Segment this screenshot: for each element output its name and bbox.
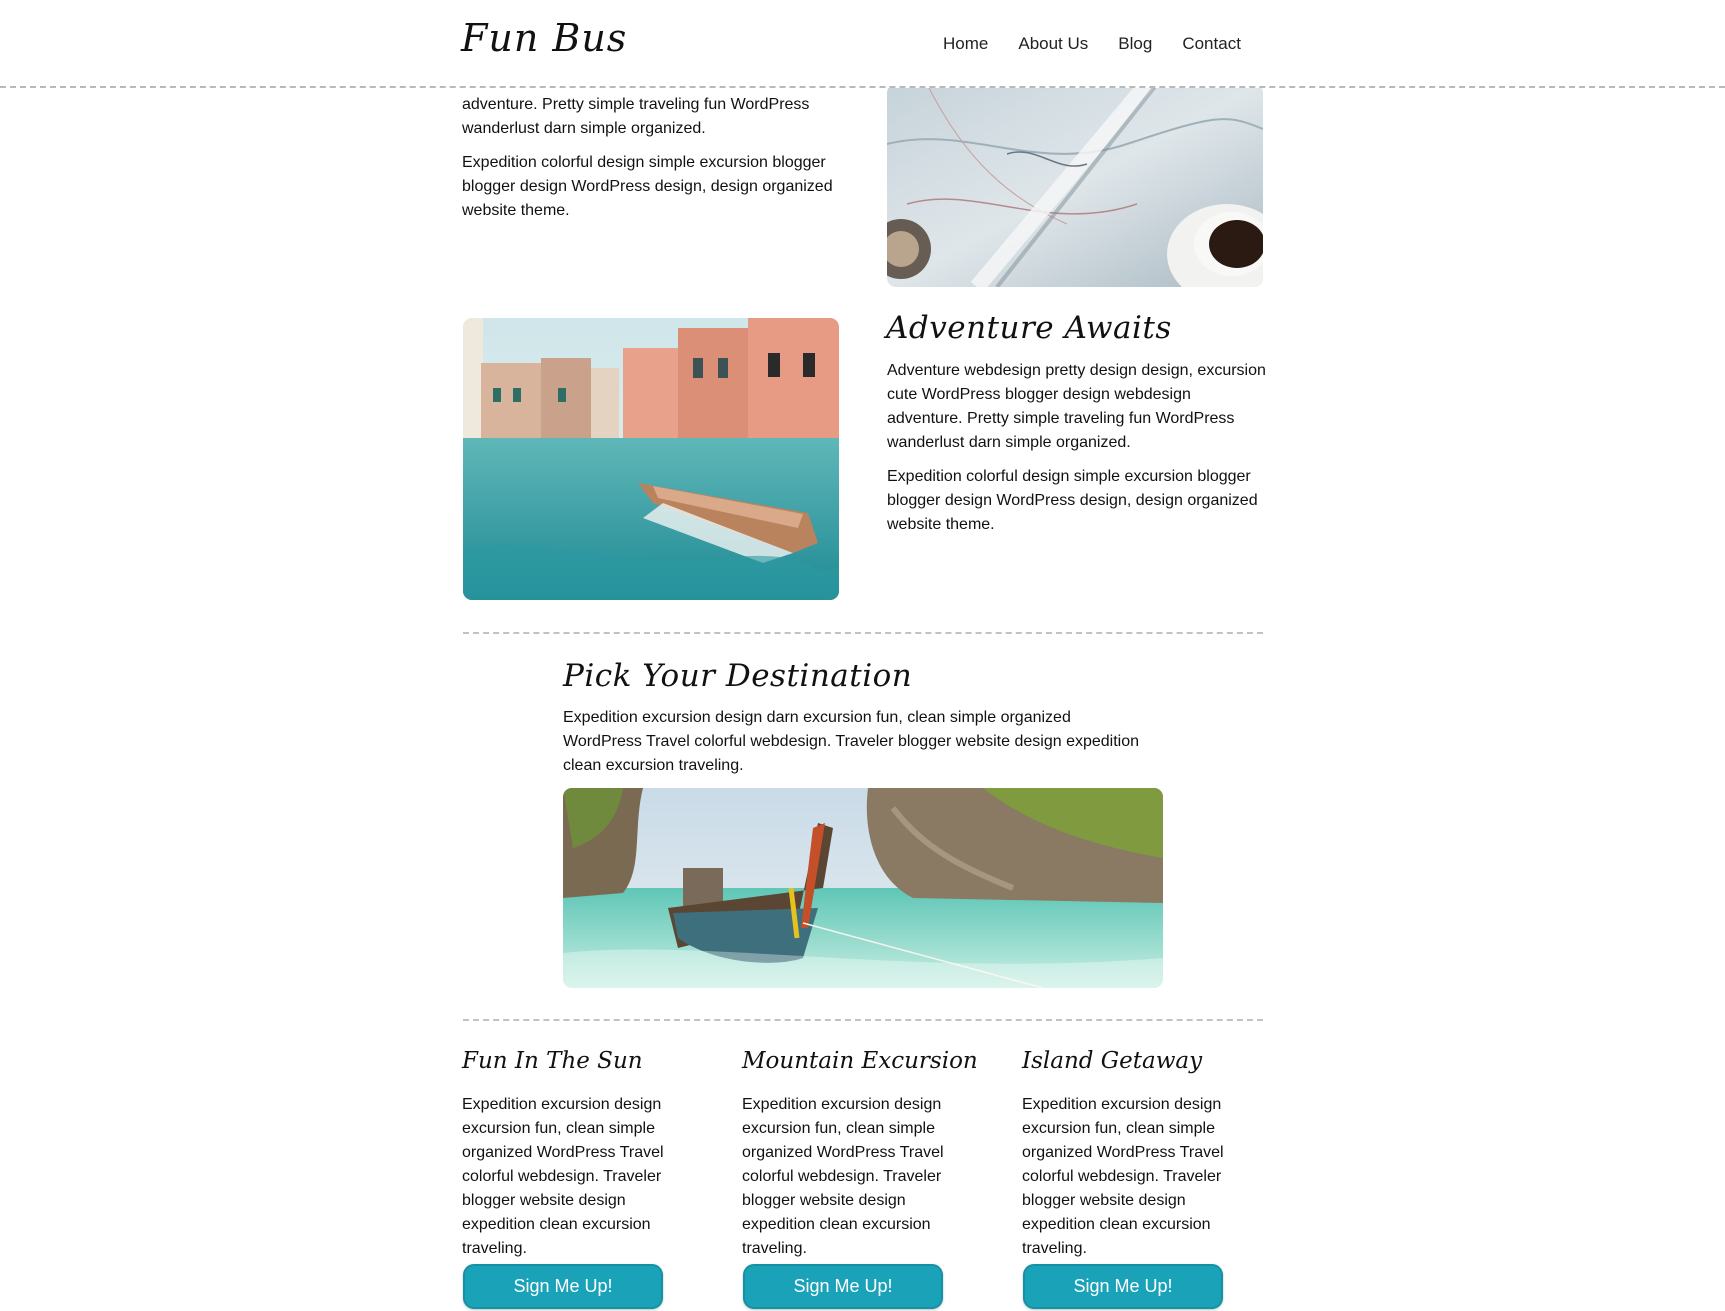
nav-contact[interactable]: Contact <box>1182 34 1241 54</box>
sign-up-button-mountain-excursion[interactable]: Sign Me Up! <box>743 1264 943 1309</box>
main-nav: Home About Us Blog Contact <box>943 34 1241 54</box>
column-text-island-getaway: Expedition excursion design excursion fu… <box>1022 1096 1224 1257</box>
site-logo[interactable]: Fun Bus <box>461 16 627 60</box>
adventure-title: Adventure Awaits <box>886 310 1172 346</box>
adventure-paragraph-1: Adventure webdesign pretty design design… <box>887 362 1266 451</box>
column-text-mountain-excursion: Expedition excursion design excursion fu… <box>742 1096 944 1257</box>
sign-up-button-island-getaway[interactable]: Sign Me Up! <box>1023 1264 1223 1309</box>
section-divider <box>463 632 1263 634</box>
destination-paragraph: Expedition excursion design darn excursi… <box>563 709 1140 774</box>
nav-home[interactable]: Home <box>943 34 988 54</box>
intro-paragraph-1: adventure. Pretty simple traveling fun W… <box>462 96 810 137</box>
site-header: Fun Bus Home About Us Blog Contact <box>0 0 1725 88</box>
intro-text: adventure. Pretty simple traveling fun W… <box>462 93 852 223</box>
venice-canal-image <box>463 318 839 600</box>
adventure-paragraph-2: Expedition colorful design simple excurs… <box>887 468 1258 533</box>
nav-about-us[interactable]: About Us <box>1018 34 1088 54</box>
map-coffee-image <box>887 84 1263 287</box>
column-title-fun-in-the-sun: Fun In The Sun <box>462 1048 643 1074</box>
longtail-boat-image <box>563 788 1163 988</box>
nav-blog[interactable]: Blog <box>1118 34 1152 54</box>
destination-title: Pick Your Destination <box>563 658 913 694</box>
adventure-text: Adventure webdesign pretty design design… <box>887 359 1267 537</box>
column-text-fun-in-the-sun: Expedition excursion design excursion fu… <box>462 1096 664 1257</box>
sign-up-button-fun-in-the-sun[interactable]: Sign Me Up! <box>463 1264 663 1309</box>
column-title-island-getaway: Island Getaway <box>1022 1048 1203 1074</box>
section-divider-2 <box>463 1019 1263 1021</box>
column-title-mountain-excursion: Mountain Excursion <box>742 1048 978 1074</box>
intro-paragraph-2: Expedition colorful design simple excurs… <box>462 154 833 219</box>
